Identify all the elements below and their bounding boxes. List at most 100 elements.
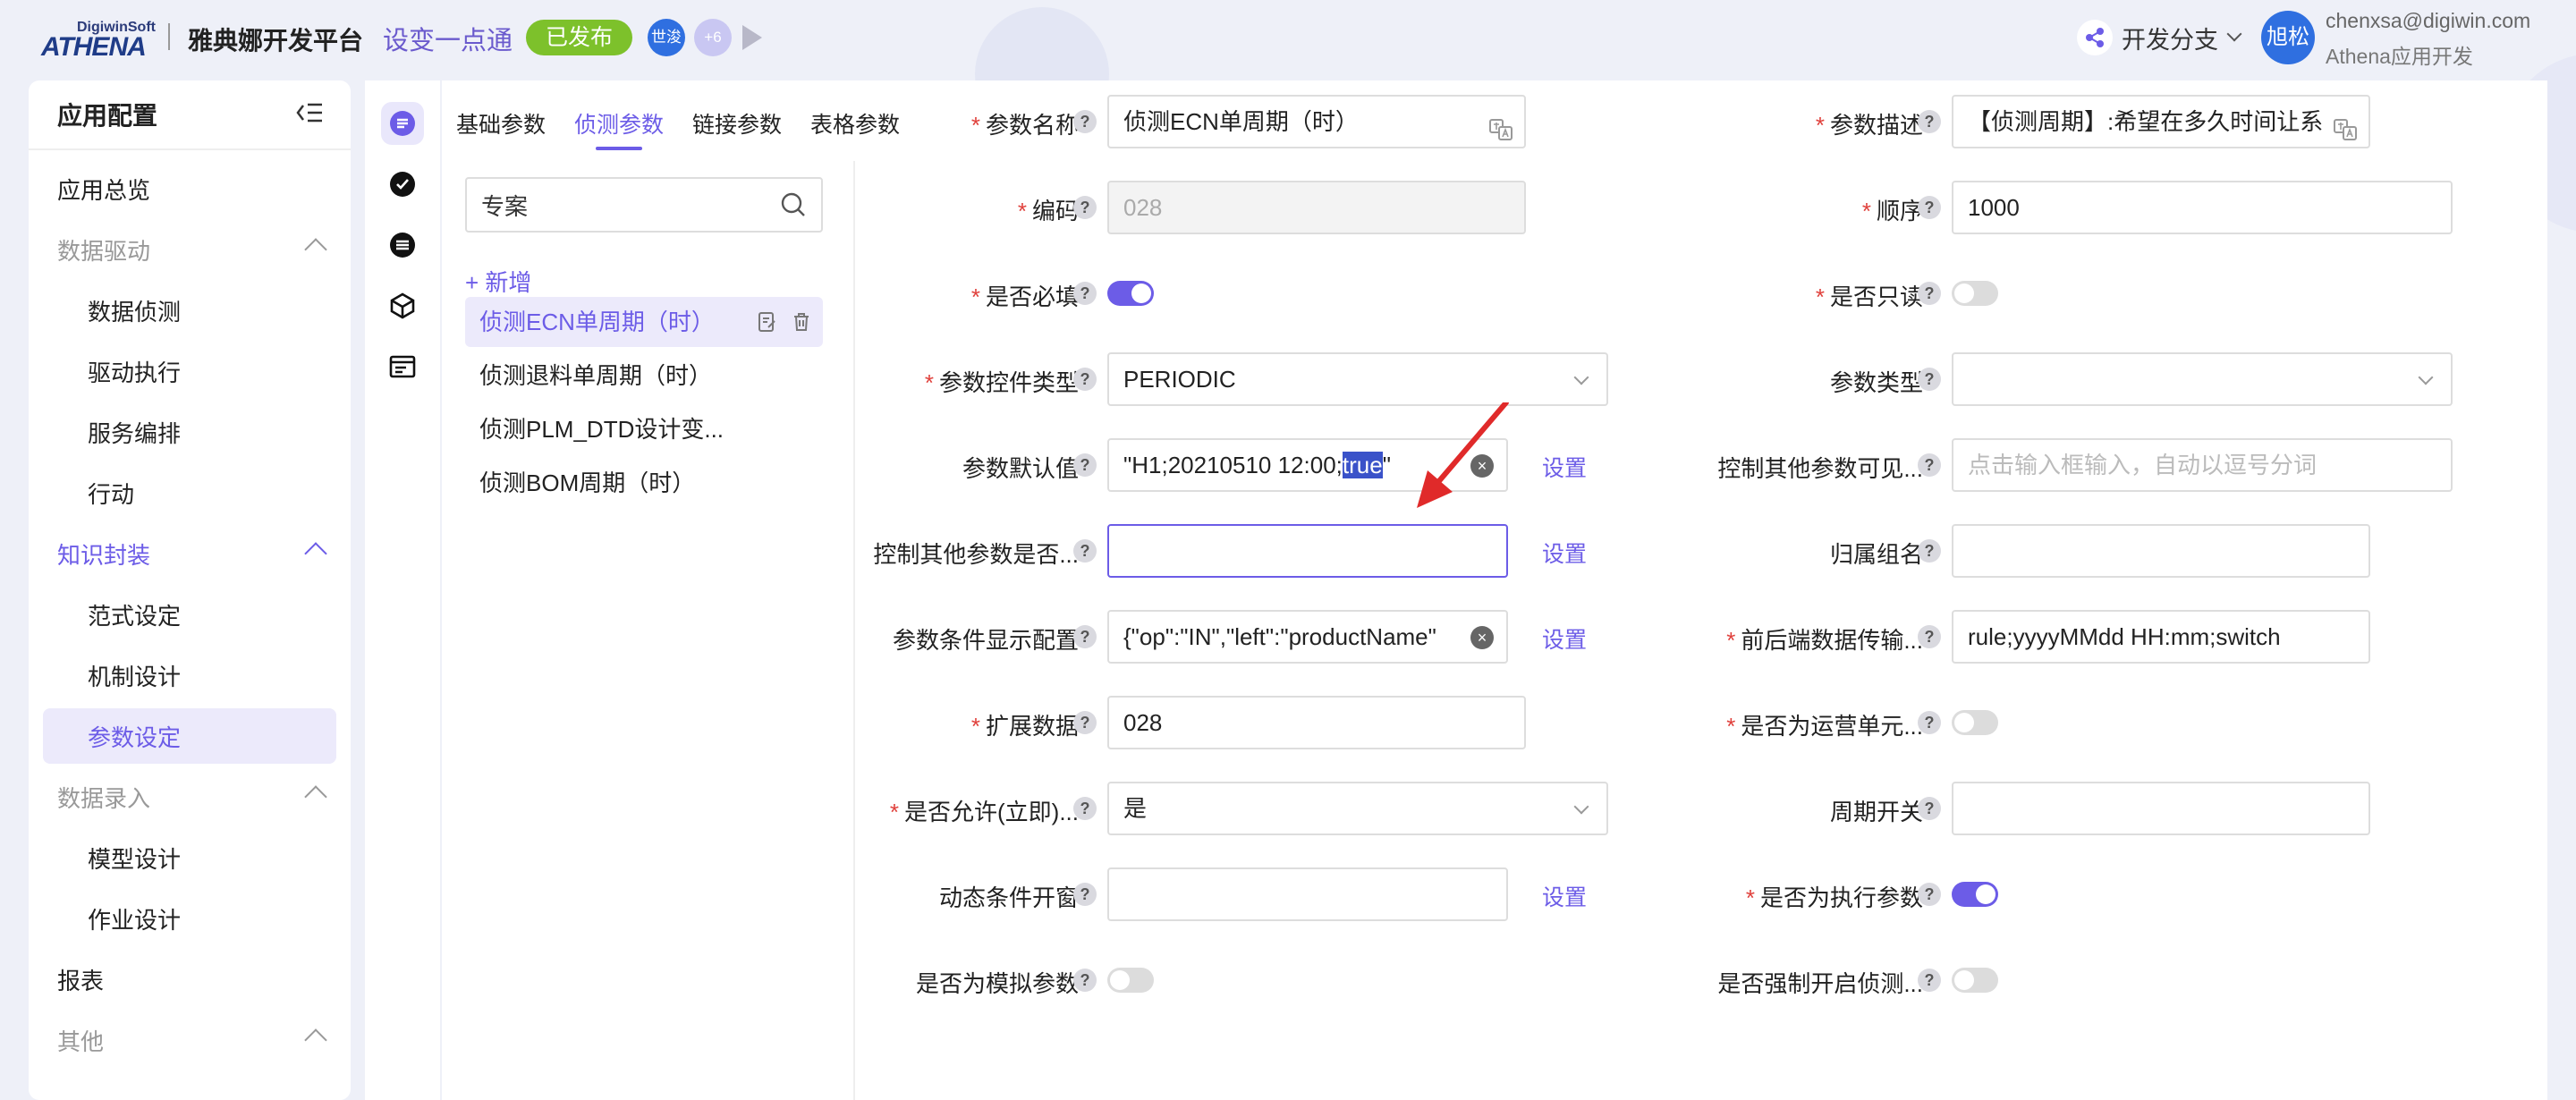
athena-logo[interactable]: DigiwinSoft ATHENA (41, 18, 156, 62)
help-icon[interactable]: ? (1073, 196, 1097, 219)
setting-link[interactable]: 设置 (1542, 451, 1587, 483)
chevron-up-icon[interactable] (304, 785, 327, 808)
help-icon[interactable]: ? (1073, 797, 1097, 820)
sidebar-item[interactable]: 行动 (29, 465, 351, 520)
document-icon[interactable] (381, 102, 424, 145)
help-icon[interactable]: ? (1918, 110, 1941, 133)
add-param-button[interactable]: + 新增 (465, 265, 531, 298)
help-icon[interactable]: ? (1918, 282, 1941, 305)
tab[interactable]: 链接参数 (692, 107, 782, 150)
collaborator-avatar[interactable]: 世浚 (648, 19, 685, 56)
toggle-switch[interactable] (1107, 968, 1154, 993)
search-input[interactable]: 专案 (465, 177, 823, 233)
sidebar-item[interactable]: 数据驱动 (29, 222, 351, 277)
sidebar-item[interactable]: 数据侦测 (29, 283, 351, 338)
input-field[interactable]: 【侦测周期】:希望在多久时间让系 (1952, 95, 2370, 148)
sidebar-item[interactable]: 机制设计 (29, 647, 351, 703)
check-circle-icon[interactable] (381, 163, 424, 206)
help-icon[interactable]: ? (1918, 196, 1941, 219)
help-icon[interactable]: ? (1918, 711, 1941, 734)
required-mark: * (1726, 713, 1736, 740)
translate-icon[interactable] (2333, 109, 2358, 140)
status-badge: 已发布 (526, 20, 633, 55)
delete-icon[interactable] (791, 311, 812, 333)
app-name[interactable]: 设变一点通 (383, 20, 513, 57)
help-icon[interactable]: ? (1073, 883, 1097, 906)
list-icon[interactable] (381, 224, 424, 267)
help-icon[interactable]: ? (1918, 539, 1941, 563)
sidebar-item[interactable]: 范式设定 (29, 587, 351, 642)
annotation-arrow (1417, 402, 1509, 508)
user-avatar[interactable]: 旭松 (2261, 11, 2315, 64)
help-icon[interactable]: ? (1073, 282, 1097, 305)
clear-icon[interactable]: × (1470, 626, 1494, 649)
sidebar-item[interactable]: 报表 (29, 952, 351, 1007)
help-icon[interactable]: ? (1073, 453, 1097, 477)
input-field[interactable] (1107, 867, 1508, 921)
input-field[interactable]: 点击输入框输入，自动以逗号分词 (1952, 438, 2453, 492)
field-label: 是否为模拟参数 (916, 966, 1079, 999)
window-icon[interactable] (381, 345, 424, 388)
input-field[interactable] (1952, 352, 2453, 406)
help-icon[interactable]: ? (1073, 969, 1097, 992)
help-icon[interactable]: ? (1073, 110, 1097, 133)
input-field[interactable]: PERIODIC (1107, 352, 1608, 406)
help-icon[interactable]: ? (1918, 797, 1941, 820)
input-field[interactable]: rule;yyyyMMdd HH:mm;switch (1952, 610, 2370, 664)
more-collaborators[interactable]: +6 (694, 19, 732, 56)
sidebar-item[interactable]: 服务编排 (29, 404, 351, 460)
toggle-switch[interactable] (1952, 281, 1998, 306)
help-icon[interactable]: ? (1073, 625, 1097, 648)
sidebar-item[interactable]: 参数设定 (43, 708, 336, 764)
toggle-switch[interactable] (1107, 281, 1154, 306)
translate-icon[interactable] (1488, 109, 1513, 140)
setting-link[interactable]: 设置 (1542, 880, 1587, 912)
edit-icon[interactable] (757, 311, 778, 333)
input-field[interactable]: 侦测ECN单周期（时） (1107, 95, 1526, 148)
branch-selector[interactable]: 开发分支 (2077, 20, 2242, 55)
sidebar-item[interactable]: 应用总览 (29, 161, 351, 216)
input-field[interactable]: 028 (1107, 696, 1526, 749)
input-field[interactable]: 1000 (1952, 181, 2453, 234)
chevron-up-icon[interactable] (304, 542, 327, 565)
param-list-item[interactable]: 侦测退料单周期（时） (465, 351, 823, 401)
help-icon[interactable]: ? (1918, 883, 1941, 906)
cube-icon[interactable] (381, 284, 424, 327)
user-email: chenxsa@digiwin.com (2326, 9, 2531, 32)
help-icon[interactable]: ? (1073, 711, 1097, 734)
chevron-up-icon[interactable] (304, 238, 327, 261)
setting-link[interactable]: 设置 (1542, 622, 1587, 655)
help-icon[interactable]: ? (1918, 453, 1941, 477)
help-icon[interactable]: ? (1918, 625, 1941, 648)
sidebar-item[interactable]: 驱动执行 (29, 343, 351, 399)
param-list: 侦测ECN单周期（时） 侦测退料单周期（时） 侦测PLM_DTD设计变... 侦测BO… (465, 297, 823, 512)
help-icon[interactable]: ? (1918, 368, 1941, 391)
sidebar-item[interactable]: 作业设计 (29, 891, 351, 946)
chevron-up-icon[interactable] (304, 1028, 327, 1052)
input-field[interactable] (1952, 524, 2370, 578)
input-field[interactable]: 028 (1107, 181, 1526, 234)
help-icon[interactable]: ? (1073, 368, 1097, 391)
play-icon[interactable] (742, 25, 762, 50)
sidebar-item[interactable]: 数据录入 (29, 769, 351, 825)
param-list-item[interactable]: 侦测BOM周期（时） (465, 458, 823, 508)
input-field[interactable]: {"op":"IN","left":"productName" × (1107, 610, 1508, 664)
sidebar-item[interactable]: 模型设计 (29, 830, 351, 885)
collapse-menu-icon[interactable] (295, 100, 324, 130)
setting-link[interactable]: 设置 (1542, 537, 1587, 569)
tab[interactable]: 基础参数 (456, 107, 546, 150)
param-list-item[interactable]: 侦测ECN单周期（时） (465, 297, 823, 347)
help-icon[interactable]: ? (1918, 969, 1941, 992)
help-icon[interactable]: ? (1073, 539, 1097, 563)
sidebar-item[interactable]: 其他 (29, 1012, 351, 1068)
param-list-item[interactable]: 侦测PLM_DTD设计变... (465, 404, 823, 454)
sidebar-item[interactable]: 知识封装 (29, 526, 351, 581)
search-icon[interactable] (780, 191, 807, 218)
toggle-switch[interactable] (1952, 968, 1998, 993)
toggle-switch[interactable] (1952, 882, 1998, 907)
field-label-text: 归属组名 (1829, 541, 1923, 568)
toggle-switch[interactable] (1952, 710, 1998, 735)
tab[interactable]: 侦测参数 (574, 107, 664, 150)
input-field[interactable]: 是 (1107, 782, 1608, 835)
input-field[interactable] (1952, 782, 2370, 835)
